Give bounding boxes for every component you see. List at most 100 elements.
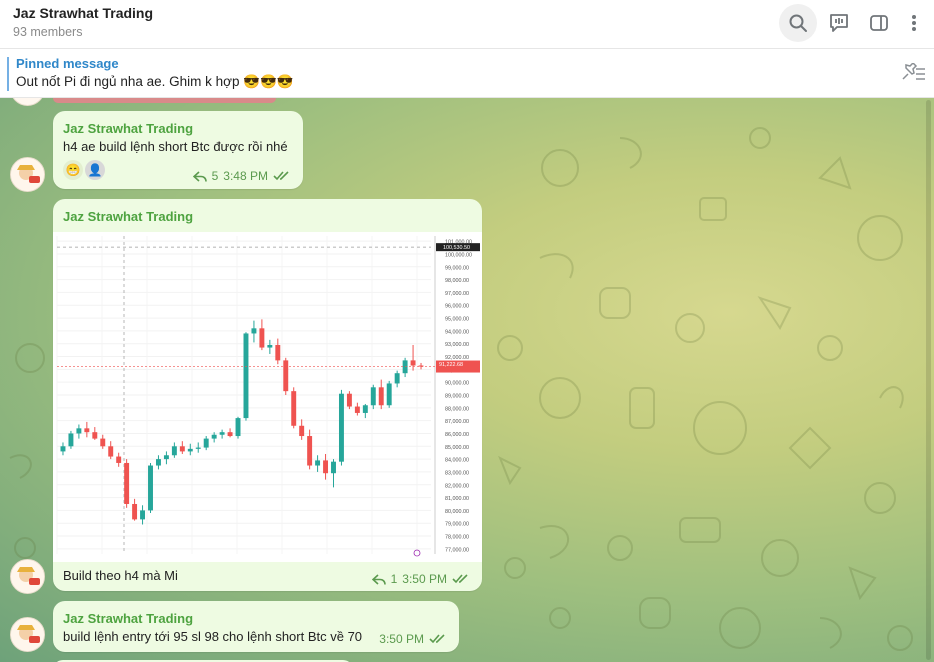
candle-body — [124, 462, 130, 504]
y-tick-label: 93,000.00 — [445, 342, 469, 348]
more-button[interactable] — [895, 4, 933, 42]
chat-header: Jaz Strawhat Trading 93 members — [0, 0, 934, 49]
y-tick-label: 77,000.00 — [445, 547, 469, 553]
message-text: Build theo h4 mà Mi — [63, 568, 178, 583]
y-tick-label: 86,000.00 — [445, 432, 469, 438]
candle-body — [259, 328, 265, 348]
y-tick-label: 81,000.00 — [445, 496, 469, 502]
message-text: build lệnh entry tới 95 sl 98 cho lệnh s… — [63, 629, 363, 644]
member-count[interactable]: 93 members — [13, 25, 82, 39]
candle-body — [283, 360, 289, 392]
candle-body — [267, 344, 273, 348]
candle-body — [394, 373, 400, 384]
candle-body — [386, 383, 392, 406]
y-tick-label: 92,000.00 — [445, 355, 469, 361]
pinned-list-button[interactable] — [900, 61, 926, 88]
y-tick-label: 96,000.00 — [445, 304, 469, 310]
reply-icon — [192, 170, 207, 182]
double-check-icon — [273, 171, 289, 181]
message-text: h4 ae build lệnh short Btc được rồi nhé — [63, 139, 288, 154]
y-tick-label: 90,000.00 — [445, 381, 469, 387]
voice-chat-icon — [830, 14, 848, 32]
reaction[interactable]: 😁 — [63, 160, 83, 180]
double-check-icon — [429, 634, 445, 644]
candle-body — [187, 448, 193, 452]
candle-body — [148, 465, 153, 511]
candle-body — [338, 393, 344, 462]
avatar[interactable] — [10, 617, 45, 652]
candle-body — [219, 432, 225, 435]
candle-body — [163, 455, 169, 460]
y-tick-label: 84,000.00 — [445, 458, 469, 464]
candle-body — [68, 433, 74, 447]
message-meta: 3:50 PM — [379, 632, 447, 646]
double-check-icon — [452, 574, 468, 584]
sender-name[interactable]: Jaz Strawhat Trading — [63, 209, 193, 224]
candle-body — [354, 406, 360, 413]
candle-body — [100, 438, 106, 447]
chat-area[interactable]: Jaz Strawhat Trading h4 ae build lệnh sh… — [0, 98, 934, 662]
candle-body — [235, 418, 241, 437]
candle-body — [195, 447, 201, 449]
y-tick-label: 97,000.00 — [445, 291, 469, 297]
candle-body — [76, 428, 82, 434]
candlestick-chart: 101,000.00100,000.0099,000.0098,000.0097… — [56, 236, 480, 557]
message-meta: 1 3:50 PM — [371, 572, 470, 586]
candle-body — [275, 344, 281, 361]
candle-body — [378, 387, 384, 406]
y-tick-label: 98,000.00 — [445, 278, 469, 284]
candle-body — [299, 425, 305, 437]
candle-body — [116, 456, 122, 463]
candle-body — [410, 360, 416, 366]
chat-title[interactable]: Jaz Strawhat Trading — [13, 5, 153, 21]
avatar[interactable] — [10, 157, 45, 192]
y-tick-label: 85,000.00 — [445, 445, 469, 451]
reactor-avatar[interactable]: 👤 — [85, 160, 105, 180]
avatar-icon — [11, 618, 44, 651]
chart-image[interactable]: 101,000.00 100,000.00 99,000.00 98,000.00 97… — [53, 232, 482, 562]
video-chat-button[interactable] — [820, 4, 858, 42]
image-message-bubble[interactable]: Jaz Strawhat Trading 101,000.00 100,000.0… — [53, 199, 482, 591]
candle-body — [171, 446, 177, 456]
search-button[interactable] — [779, 4, 817, 42]
candle-body — [323, 460, 329, 474]
candle-body — [84, 428, 90, 433]
pin-list-icon — [902, 61, 925, 80]
candle-body — [203, 438, 209, 448]
candle-body — [132, 503, 138, 520]
candle-body — [108, 446, 114, 457]
candle-body — [140, 510, 146, 520]
y-tick-label: 78,000.00 — [445, 535, 469, 541]
y-tick-label: 95,000.00 — [445, 317, 469, 323]
sender-name[interactable]: Jaz Strawhat Trading — [63, 121, 193, 136]
avatar[interactable] — [10, 559, 45, 594]
scrollbar[interactable] — [926, 100, 931, 660]
candle-body — [155, 459, 161, 466]
candle-body — [362, 405, 368, 413]
candle-body — [307, 436, 313, 466]
avatar-icon — [11, 158, 44, 191]
y-tick-label: 88,000.00 — [445, 406, 469, 412]
search-icon — [789, 14, 807, 32]
candle-body — [92, 432, 98, 439]
candle-body — [243, 333, 249, 419]
candle-body — [211, 434, 217, 439]
reply-count[interactable]: 5 — [212, 169, 219, 183]
candle-body — [179, 446, 185, 452]
message-time: 3:48 PM — [223, 169, 268, 183]
y-tick-label: 94,000.00 — [445, 329, 469, 335]
previous-image-edge[interactable] — [53, 98, 276, 103]
y-tick-label: 83,000.00 — [445, 470, 469, 476]
reactions[interactable]: 😁 👤 — [63, 160, 105, 180]
message-time: 3:50 PM — [379, 632, 424, 646]
reply-count[interactable]: 1 — [391, 572, 398, 586]
pinned-title: Pinned message — [16, 56, 119, 71]
message-bubble[interactable]: Jaz Strawhat Trading build lệnh entry tớ… — [53, 601, 459, 652]
candle-body — [370, 387, 376, 406]
message-bubble[interactable]: Jaz Strawhat Trading h4 ae build lệnh sh… — [53, 111, 303, 189]
pinned-message-bar[interactable]: Pinned message Out nốt Pi đi ngủ nha ae.… — [0, 49, 934, 98]
pinned-text: Out nốt Pi đi ngủ nha ae. Ghim k hợp 😎😎😎 — [16, 74, 294, 89]
sidebar-toggle-button[interactable] — [860, 4, 898, 42]
sender-name[interactable]: Jaz Strawhat Trading — [63, 611, 193, 626]
message-time: 3:50 PM — [402, 572, 447, 586]
